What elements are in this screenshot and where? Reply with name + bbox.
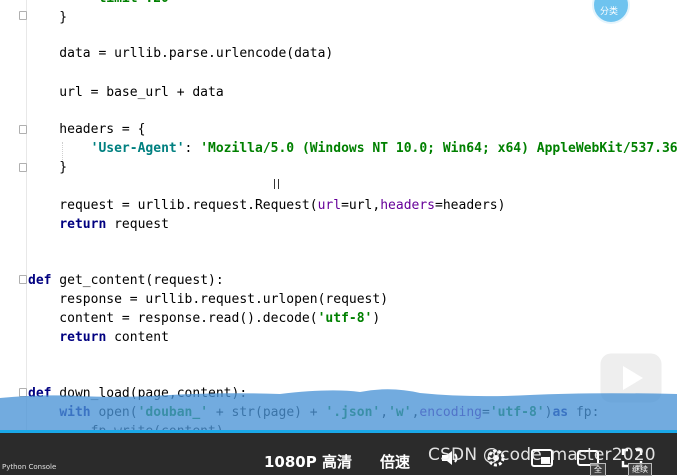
code-token: request xyxy=(106,217,169,232)
code-token: ) xyxy=(372,311,381,326)
code-token: url xyxy=(317,198,342,213)
line-url[interactable]: url = base_url + data xyxy=(28,83,224,102)
line-def-get-content[interactable]: def get_content(request): xyxy=(28,271,224,290)
code-token: } xyxy=(28,160,68,175)
code-token: 'Mozilla/5.0 (Windows NT 10.0; Win64; x6… xyxy=(200,141,677,156)
code-token: content xyxy=(106,330,169,345)
speed-selector[interactable]: 倍速 xyxy=(380,451,410,472)
code-token: request = urllib.request.Request( xyxy=(28,198,318,213)
line-urlencode[interactable]: data = urllib.parse.urlencode(data) xyxy=(28,44,333,63)
code-token: return xyxy=(59,330,107,345)
fold-marker[interactable] xyxy=(19,11,27,20)
code-token: response = urllib.request.urlopen(reques… xyxy=(28,292,389,307)
code-token: : xyxy=(184,141,201,156)
line-user-agent[interactable]: 'User-Agent': 'Mozilla/5.0 (Windows NT 1… xyxy=(28,139,677,158)
code-token: url = base_url + data xyxy=(28,85,224,100)
code-editor[interactable]: 'limit':20 } data = urllib.parse.urlenco… xyxy=(0,0,677,430)
gutter-separator xyxy=(26,0,27,430)
quality-selector[interactable]: 1080P 高清 xyxy=(264,451,352,472)
code-token: } xyxy=(28,10,68,25)
floating-bubble-button[interactable]: 分类 xyxy=(592,0,630,24)
csdn-watermark: CSDN @code_master2020 xyxy=(428,445,656,465)
progress-fill xyxy=(0,430,677,433)
tag-right[interactable]: 继续 xyxy=(628,463,652,476)
editor-gutter xyxy=(0,0,28,430)
code-token: =headers) xyxy=(435,198,506,213)
line-close-brace-2[interactable]: } xyxy=(28,158,67,177)
code-token: headers xyxy=(380,198,436,213)
tag-left[interactable]: 全 xyxy=(590,463,606,476)
line-limit[interactable]: 'limit':20 xyxy=(28,0,169,8)
line-return-request[interactable]: return request xyxy=(28,215,169,234)
fold-marker[interactable] xyxy=(19,163,27,172)
line-decode[interactable]: content = response.read().decode('utf-8'… xyxy=(28,309,380,328)
code-token: data = urllib.parse.urlencode(data) xyxy=(28,46,334,61)
fold-marker[interactable] xyxy=(19,125,27,134)
line-headers-open[interactable]: headers = { xyxy=(28,120,145,139)
code-token: 'User-Agent' xyxy=(90,141,185,156)
line-return-content[interactable]: return content xyxy=(28,328,169,347)
code-token: return xyxy=(59,217,107,232)
code-token: 'utf-8' xyxy=(317,311,373,326)
python-console-tab[interactable]: Python Console xyxy=(2,463,56,471)
code-token: get_content(request): xyxy=(51,273,224,288)
line-request[interactable]: request = urllib.request.Request(url=url… xyxy=(28,196,505,215)
text-cursor xyxy=(274,179,279,189)
fold-marker[interactable] xyxy=(19,275,27,284)
progress-wave-overlay xyxy=(0,389,677,430)
line-close-brace-1[interactable]: } xyxy=(28,8,67,27)
code-token: headers = { xyxy=(28,122,146,137)
progress-track[interactable] xyxy=(0,430,677,433)
code-token: =url, xyxy=(341,198,381,213)
line-urlopen[interactable]: response = urllib.request.urlopen(reques… xyxy=(28,290,388,309)
code-token: content = response.read().decode( xyxy=(28,311,318,326)
code-token: 'limit':20 xyxy=(28,0,169,6)
code-token: def xyxy=(28,273,52,288)
bubble-label: 分类 xyxy=(600,7,619,17)
